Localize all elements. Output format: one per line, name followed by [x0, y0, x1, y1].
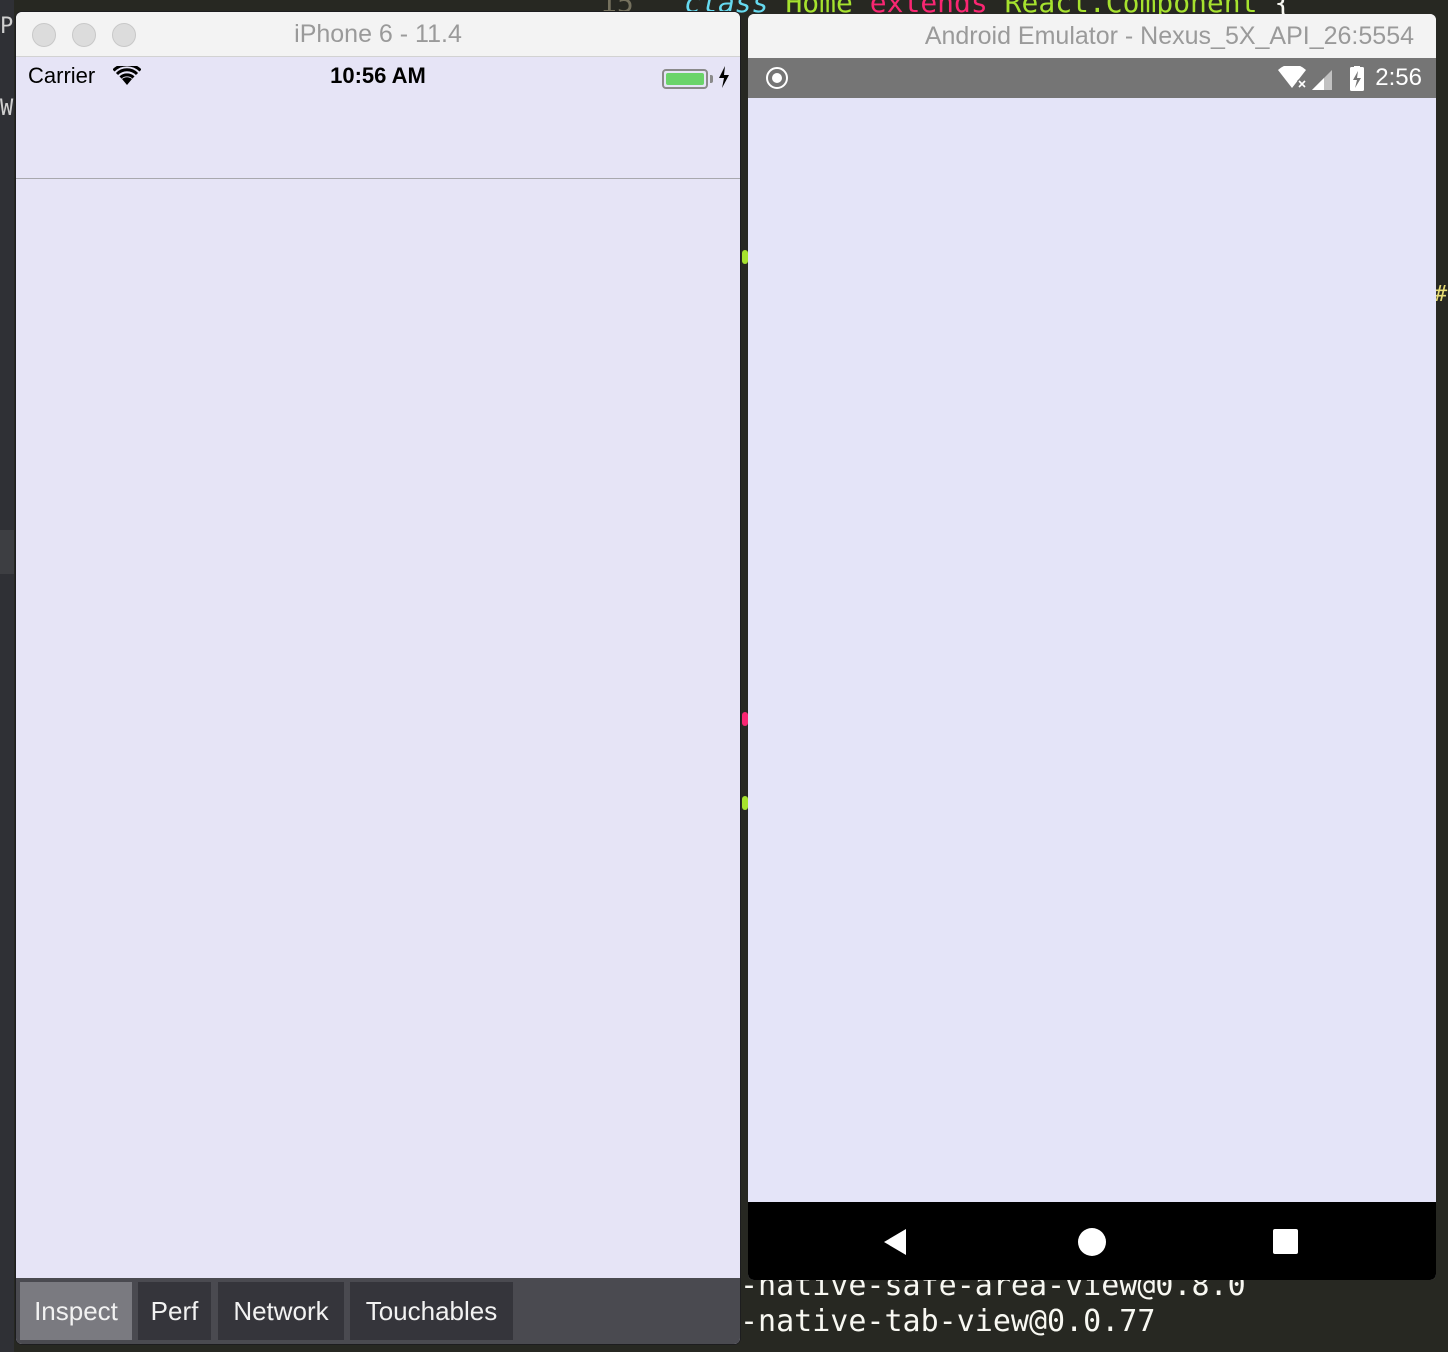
editor-sidebar-strip [0, 0, 14, 1352]
network-button[interactable]: Network [218, 1282, 344, 1340]
terminal-line: -native-tab-view@0.0.77 [740, 1304, 1156, 1339]
editor-edge-text: W [0, 96, 14, 121]
android-status-bar: 2:56 [748, 58, 1436, 98]
home-icon[interactable] [1078, 1228, 1106, 1256]
android-window-title: Android Emulator - Nexus_5X_API_26:5554 [924, 22, 1414, 50]
charging-bolt-icon [719, 66, 729, 88]
editor-edge-text: P [0, 14, 14, 39]
back-icon[interactable] [882, 1228, 908, 1256]
dev-inspector-toolbar: Inspect Perf Network Touchables [16, 1278, 740, 1344]
android-emulator-window: Android Emulator - Nexus_5X_API_26:5554 … [748, 14, 1436, 1280]
battery-tip [710, 75, 713, 83]
inspect-button[interactable]: Inspect [20, 1282, 132, 1340]
android-navigation-bar [748, 1202, 1436, 1280]
wifi-icon [1278, 66, 1308, 90]
ios-window-title: iPhone 6 - 11.4 [294, 20, 462, 48]
ios-status-bar: Carrier 10:56 AM [16, 56, 740, 98]
touchables-button[interactable]: Touchables [350, 1282, 513, 1340]
android-app-content [748, 98, 1436, 1202]
ios-window-titlebar[interactable]: iPhone 6 - 11.4 [16, 12, 740, 57]
battery-charging-icon [1350, 66, 1364, 91]
ios-navigation-bar [16, 98, 740, 179]
ios-simulator-window: iPhone 6 - 11.4 Carrier 10:56 AM Inspect… [16, 12, 740, 1344]
status-time: 2:56 [1375, 64, 1422, 91]
battery-icon [662, 69, 708, 89]
status-time: 10:56 AM [330, 63, 426, 88]
battery-level [666, 73, 704, 85]
android-window-titlebar[interactable]: Android Emulator - Nexus_5X_API_26:5554 [748, 14, 1436, 59]
record-icon [766, 67, 788, 89]
perf-button[interactable]: Perf [138, 1282, 211, 1340]
recents-icon[interactable] [1273, 1229, 1298, 1254]
signal-icon [1312, 70, 1332, 90]
status-icons [1278, 66, 1364, 91]
editor-sidebar-highlight [0, 530, 14, 574]
